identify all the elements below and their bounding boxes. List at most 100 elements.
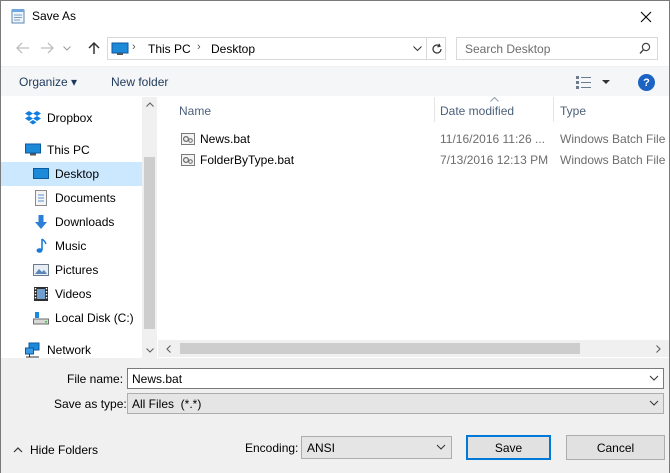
scroll-left-button[interactable] [161, 340, 176, 357]
search-icon[interactable] [639, 42, 651, 55]
sidebar-item-downloads[interactable]: Downloads [1, 210, 142, 234]
encoding-label: Encoding: [245, 441, 299, 455]
column-header-type[interactable]: Type [554, 97, 669, 122]
scroll-down-button[interactable] [142, 343, 157, 358]
breadcrumb-desktop[interactable]: Desktop [211, 42, 255, 56]
sidebar-item-music[interactable]: Music [1, 234, 142, 258]
computer-icon [25, 143, 41, 156]
arrow-right-icon [41, 42, 54, 54]
navigation-pane: Dropbox This PC Desktop Documents Downlo… [1, 97, 157, 358]
new-folder-button[interactable]: New folder [111, 75, 168, 89]
column-header-label: Name [179, 104, 212, 118]
chevron-down-icon [649, 400, 659, 406]
column-header-label: Date modified [440, 104, 515, 118]
file-name: News.bat [200, 132, 251, 146]
sidebar-item-label: Videos [55, 287, 92, 301]
search-box[interactable]: Search Desktop [456, 37, 658, 60]
column-header-label: Type [560, 104, 587, 118]
chevron-left-icon [166, 344, 171, 353]
breadcrumb-this-pc[interactable]: This PC [148, 42, 191, 56]
cancel-button[interactable]: Cancel [566, 435, 665, 460]
save-as-type-label: Save as type: [54, 397, 127, 411]
scrollbar-thumb[interactable] [180, 343, 580, 354]
arrow-left-icon [16, 42, 29, 54]
back-button[interactable] [12, 37, 34, 59]
hide-folders-button[interactable]: Hide Folders [13, 443, 98, 457]
refresh-button[interactable] [426, 38, 446, 59]
pictures-icon [33, 264, 49, 276]
music-icon [36, 238, 47, 253]
batch-file-icon [181, 133, 195, 145]
hide-folders-label: Hide Folders [30, 443, 99, 457]
window-title: Save As [32, 9, 77, 23]
chevron-up-icon [145, 102, 154, 107]
scroll-up-button[interactable] [142, 97, 157, 112]
file-name-label: File name: [67, 372, 124, 386]
title-bar: Save As [1, 1, 669, 32]
scrollbar-thumb[interactable] [144, 157, 155, 329]
sidebar-item-label: Documents [55, 191, 116, 205]
close-icon [640, 11, 652, 22]
breadcrumb-separator-icon: › [132, 41, 136, 53]
file-name-input[interactable]: News.bat [127, 368, 664, 389]
save-as-type-value: All Files (*.*) [132, 397, 202, 411]
refresh-icon [431, 43, 442, 54]
column-header-name[interactable]: Name [158, 97, 434, 122]
search-placeholder: Search Desktop [465, 42, 551, 56]
file-row[interactable]: News.bat 11/16/2016 11:26 ... Windows Ba… [174, 128, 669, 150]
file-list-scrollbar[interactable] [158, 340, 669, 357]
scroll-right-button[interactable] [651, 340, 666, 357]
chevron-down-icon [63, 45, 71, 51]
sidebar-item-this-pc[interactable]: This PC [1, 138, 142, 162]
sidebar-item-desktop[interactable]: Desktop [1, 162, 142, 186]
breadcrumb-separator-icon: › [197, 41, 201, 53]
sidebar-item-documents[interactable]: Documents [1, 186, 142, 210]
file-date: 7/13/2016 12:13 PM [440, 153, 549, 167]
sidebar-item-pictures[interactable]: Pictures [1, 258, 142, 282]
drive-icon [33, 312, 49, 325]
file-type: Windows Batch File [560, 153, 666, 167]
column-header-date-modified[interactable]: Date modified [435, 97, 553, 122]
navigation-bar: › This PC › Desktop Search Desktop [1, 34, 669, 62]
navigation-pane-scrollbar[interactable] [142, 97, 157, 358]
file-row[interactable]: FolderByType.bat 7/13/2016 12:13 PM Wind… [174, 149, 669, 171]
downloads-icon [35, 215, 47, 229]
file-list: Name Date modified Type News.bat 11/16/2… [158, 97, 669, 358]
dropbox-icon [25, 111, 41, 125]
sidebar-item-label: Downloads [55, 215, 115, 229]
file-type: Windows Batch File [560, 132, 666, 146]
sidebar-item-local-disk[interactable]: Local Disk (C:) [1, 306, 142, 330]
sidebar-item-network[interactable]: Network [1, 338, 142, 358]
sidebar-item-label: Local Disk (C:) [55, 311, 134, 325]
up-button[interactable] [83, 37, 105, 59]
chevron-up-icon [13, 447, 23, 453]
save-button[interactable]: Save [466, 435, 551, 460]
address-history-button[interactable] [407, 38, 427, 59]
forward-button[interactable] [36, 37, 58, 59]
chevron-right-icon [656, 344, 661, 353]
sidebar-item-label: Music [55, 239, 87, 253]
sidebar-item-label: Network [47, 343, 92, 357]
chevron-down-icon [412, 46, 422, 51]
network-icon [25, 342, 40, 358]
notepad-icon [11, 9, 25, 24]
sidebar-item-dropbox[interactable]: Dropbox [1, 106, 142, 130]
encoding-select[interactable]: ANSI [301, 436, 452, 459]
close-button[interactable] [623, 1, 669, 32]
chevron-down-icon [145, 348, 154, 353]
sidebar-item-videos[interactable]: Videos [1, 282, 142, 306]
batch-file-icon [181, 154, 195, 166]
file-name-value: News.bat [132, 372, 183, 386]
chevron-down-icon[interactable] [647, 371, 661, 385]
organize-button[interactable]: Organize ▾ [19, 75, 77, 89]
address-bar[interactable]: › This PC › Desktop [107, 37, 446, 60]
help-button[interactable]: ? [638, 74, 655, 91]
recent-locations-button[interactable] [60, 37, 74, 59]
sidebar-item-label: Desktop [55, 167, 100, 181]
computer-icon [111, 42, 129, 55]
desktop-icon [33, 168, 49, 179]
save-as-type-select[interactable]: All Files (*.*) [127, 393, 664, 414]
view-options-icon[interactable] [573, 74, 613, 90]
videos-icon [34, 287, 48, 301]
command-bar: Organize ▾ New folder ? [1, 66, 669, 96]
